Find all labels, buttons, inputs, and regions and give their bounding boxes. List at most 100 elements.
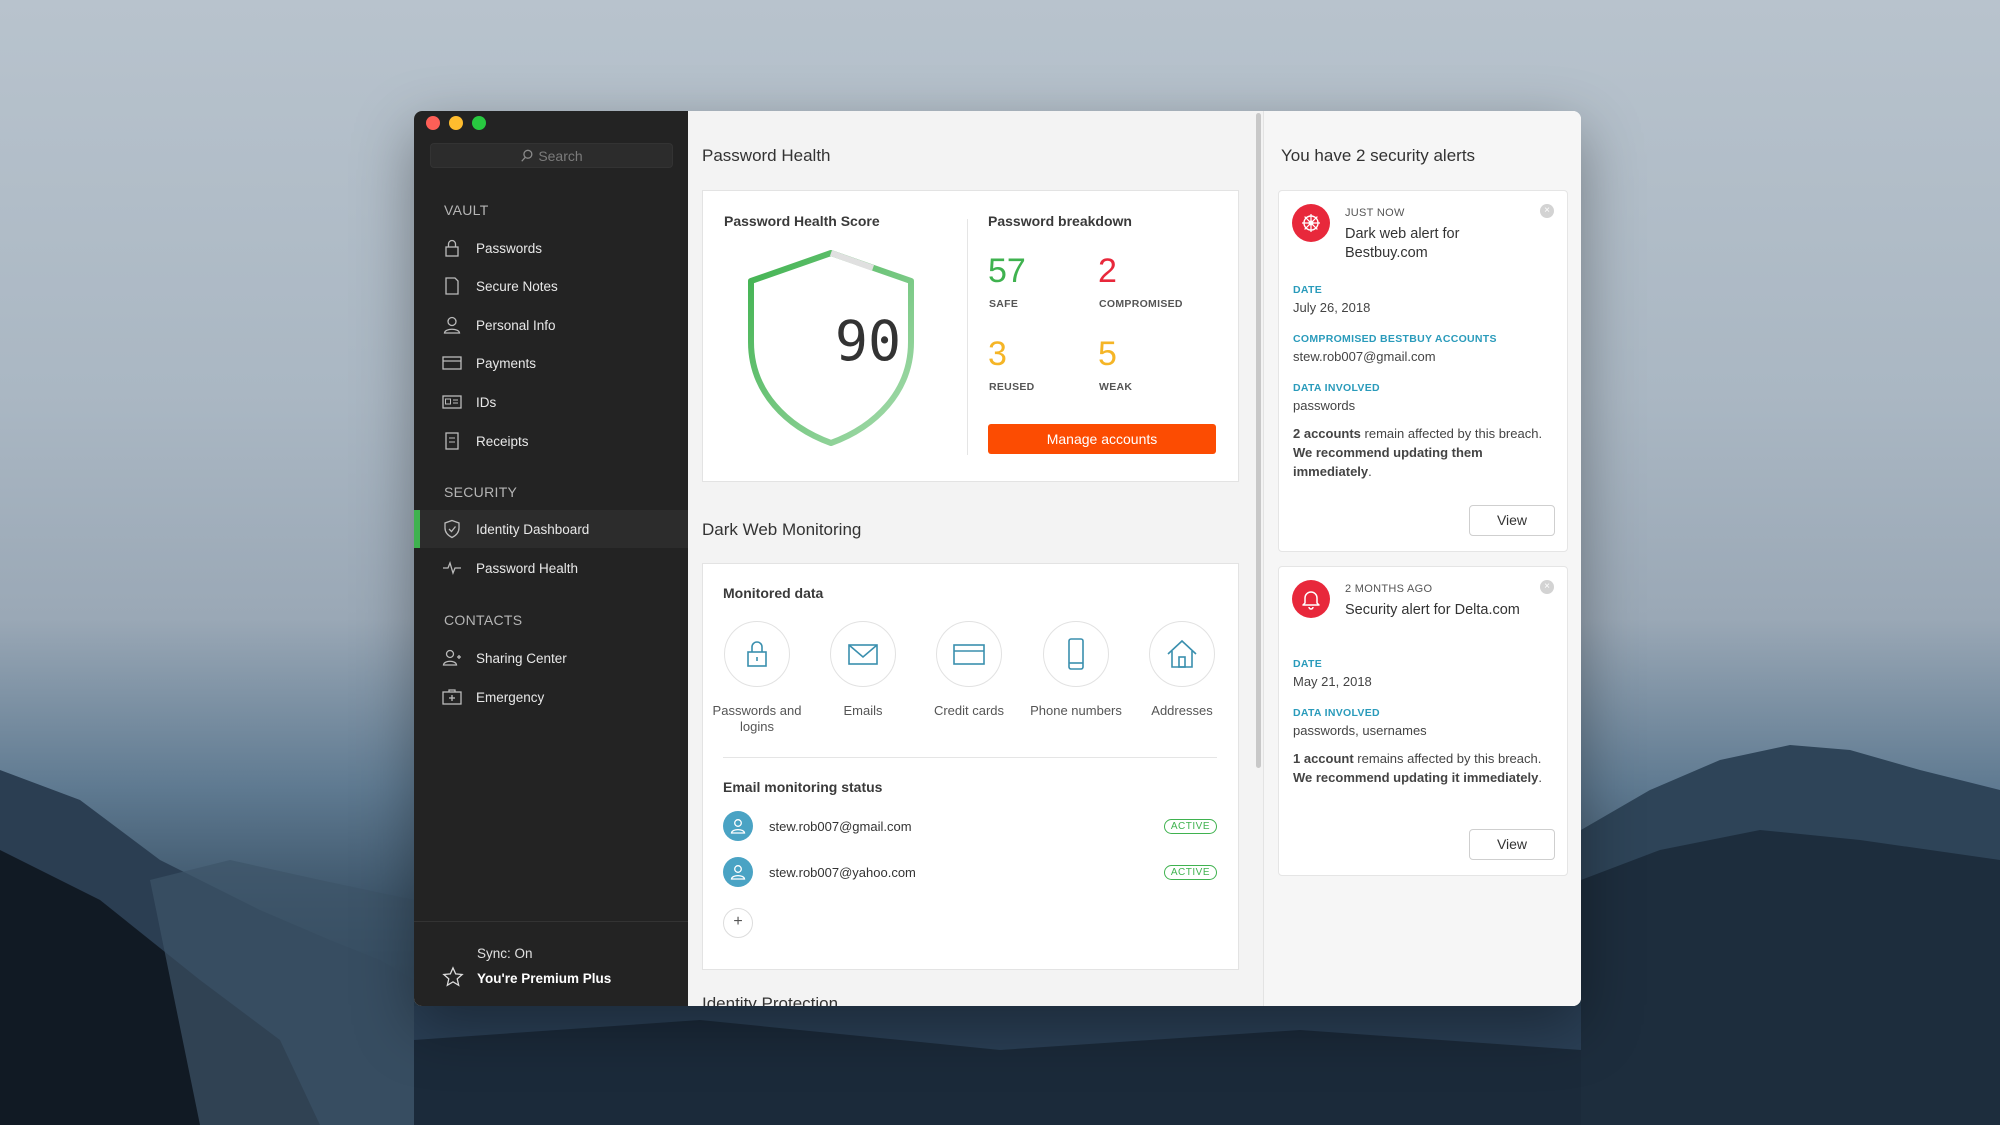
alert-card: 2 MONTHS AGO Security alert for Delta.co… [1278,566,1568,876]
window-controls [426,116,486,130]
house-icon [1167,639,1197,668]
sidebar-item-label: Secure Notes [476,278,558,294]
star-icon [442,966,464,987]
date-label: DATE [1293,284,1323,296]
lock-icon [445,239,459,257]
alert-message: 2 accounts remain affected by this breac… [1293,424,1555,481]
email-address: stew.rob007@yahoo.com [769,864,916,880]
security-section-title: SECURITY [444,484,518,500]
scrollbar-thumb[interactable] [1256,113,1261,768]
alerts-panel: You have 2 security alerts JUST NOW Dark… [1263,111,1581,1006]
search-input[interactable]: Search [430,143,673,168]
alerts-heading: You have 2 security alerts [1281,146,1476,165]
sidebar-item-label: IDs [476,394,497,410]
dark-web-icon [1292,204,1330,242]
reused-count: 3 [988,335,1007,373]
sidebar-item-label: Identity Dashboard [476,521,590,537]
sidebar-item-passwords[interactable]: Passwords [414,229,688,267]
minimize-window-button[interactable] [449,116,463,130]
identity-protection-heading: Identity Protection [702,994,839,1006]
sidebar-item-secure-notes[interactable]: Secure Notes [414,267,688,305]
data-involved-label: DATA INVOLVED [1293,382,1380,394]
sidebar-item-receipts[interactable]: Receipts [414,422,688,460]
password-health-card: Password Health Score 90 Password breakd… [702,190,1239,482]
card-divider [723,757,1217,758]
add-email-button[interactable]: + [723,908,753,938]
alert-message-count: 2 accounts [1293,426,1361,441]
sidebar-item-personal-info[interactable]: Personal Info [414,306,688,344]
id-card-icon [442,395,462,409]
contacts-section-title: CONTACTS [444,612,523,628]
data-involved-label: DATA INVOLVED [1293,707,1380,719]
sidebar-item-label: Passwords [476,240,543,256]
status-badge: ACTIVE [1163,818,1217,834]
sidebar-item-emergency[interactable]: Emergency [414,678,688,716]
person-icon [443,316,461,334]
sidebar-item-label: Password Health [476,560,579,576]
close-window-button[interactable] [426,116,440,130]
monitored-credit-cards[interactable]: Credit cards [921,621,1017,719]
alert-message-count: 1 account [1293,751,1354,766]
alert-time: 2 MONTHS AGO [1345,583,1433,595]
search-icon [521,149,533,162]
manage-accounts-button[interactable]: Manage accounts [988,424,1216,454]
bell-icon [1292,580,1330,618]
compromised-label: COMPROMISED [1099,298,1183,310]
avatar [723,857,753,887]
card-divider [967,219,968,455]
credit-card-icon [953,644,985,665]
alert-message-text: remain affected by this breach. [1360,426,1543,441]
person-icon [730,865,746,880]
sidebar-item-label: Sharing Center [476,650,567,666]
zoom-window-button[interactable] [472,116,486,130]
monitored-data-title: Monitored data [723,585,824,601]
monitored-passwords[interactable]: Passwords and logins [709,621,805,735]
alert-message: 1 account remains affected by this breac… [1293,749,1555,787]
monitored-label: Emails [843,703,883,718]
safe-count: 57 [988,252,1026,290]
sidebar-item-sharing-center[interactable]: Sharing Center [414,639,688,677]
alert-title: Security alert for Delta.com [1345,602,1520,618]
premium-status[interactable]: You're Premium Plus [477,971,611,986]
emergency-icon [442,689,462,705]
email-row[interactable]: stew.rob007@yahoo.com ACTIVE [723,855,1217,889]
sidebar-item-ids[interactable]: IDs [414,383,688,421]
sidebar-item-identity-dashboard[interactable]: Identity Dashboard [414,510,688,548]
alert-message-end: . [1368,464,1372,479]
monitored-label: Passwords and logins [712,703,802,734]
reused-label: REUSED [989,381,1035,393]
monitored-label: Phone numbers [1030,703,1122,718]
phone-icon [1068,638,1084,670]
compromised-count: 2 [1098,252,1117,290]
monitored-addresses[interactable]: Addresses [1134,621,1230,719]
data-involved: passwords [1293,398,1356,413]
app-window: Search VAULT Passwords Secure Notes Pers… [414,111,1581,1006]
alert-title: Dark web alert for Bestbuy.com [1345,226,1460,261]
view-button[interactable]: View [1469,505,1555,536]
shield-icon [444,519,460,539]
alert-message-end: . [1538,770,1542,785]
sidebar-item-label: Receipts [476,433,529,449]
avatar [723,811,753,841]
email-row[interactable]: stew.rob007@gmail.com ACTIVE [723,809,1217,843]
lock-icon [747,641,767,667]
sidebar: Search VAULT Passwords Secure Notes Pers… [414,111,688,1006]
sidebar-item-password-health[interactable]: Password Health [414,549,688,587]
monitored-phone-numbers[interactable]: Phone numbers [1028,621,1124,719]
data-involved: passwords, usernames [1293,723,1427,738]
accounts-label: COMPROMISED BESTBUY ACCOUNTS [1293,333,1497,345]
main-scrollbar[interactable] [1254,111,1263,1006]
alert-date: July 26, 2018 [1293,300,1371,315]
alert-message-recommendation: We recommend updating it immediately [1293,770,1539,785]
sidebar-item-payments[interactable]: Payments [414,344,688,382]
view-button[interactable]: View [1469,829,1555,860]
breakdown-title: Password breakdown [988,213,1132,229]
monitored-emails[interactable]: Emails [815,621,911,719]
close-icon[interactable]: × [1540,580,1554,594]
search-placeholder: Search [538,147,583,164]
alert-message-text: remains affected by this breach. [1353,751,1542,766]
email-address: stew.rob007@gmail.com [769,818,912,834]
safe-label: SAFE [989,298,1019,310]
pulse-icon [443,561,461,575]
close-icon[interactable]: × [1540,204,1554,218]
